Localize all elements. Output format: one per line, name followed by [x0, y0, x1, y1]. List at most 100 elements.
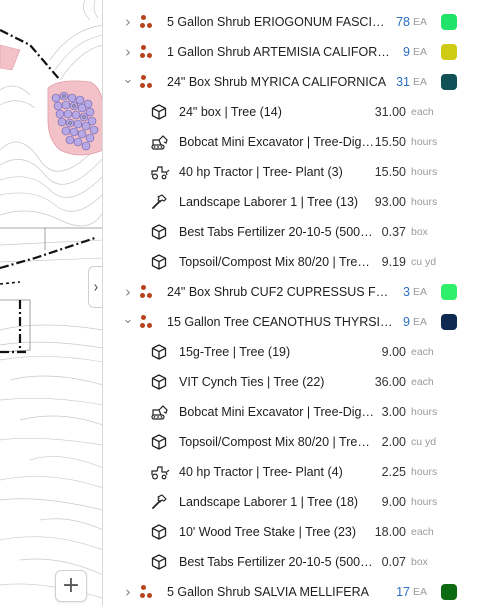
item-row[interactable]: 40 hp Tractor | Tree- Plant (4) 2.25 hours [104, 457, 494, 487]
count-marker-icon [140, 75, 156, 91]
color-swatch[interactable] [441, 314, 457, 330]
takeoff-list: › 5 Gallon Shrub ERIOGONUM FASCICULATUM78… [104, 0, 494, 606]
hammer-icon [150, 193, 168, 211]
item-quantity: 3.00 [381, 405, 406, 419]
chevron-right-icon[interactable]: › [122, 283, 134, 301]
item-name: 40 hp Tractor | Tree- Plant (4) [179, 465, 343, 479]
item-name: 24" box | Tree (14) [179, 105, 282, 119]
group-name: 24" Box Shrub MYRICA CALIFORNICA [167, 75, 387, 89]
item-row[interactable]: VIT Cynch Ties | Tree (22) 36.00 each [104, 367, 494, 397]
item-quantity: 2.00 [381, 435, 406, 449]
group-quantity: 3 [403, 285, 410, 299]
tractor-icon [150, 163, 170, 181]
item-quantity: 9.00 [381, 495, 406, 509]
group-unit: EA [413, 46, 428, 58]
item-row[interactable]: 40 hp Tractor | Tree- Plant (3) 15.50 hour… [104, 157, 494, 187]
group-unit: EA [413, 316, 428, 328]
item-name: VIT Cynch Ties | Tree (22) [179, 375, 325, 389]
color-swatch[interactable] [441, 74, 457, 90]
item-quantity: 2.25 [381, 465, 406, 479]
item-name: Best Tabs Fertilizer 20-10-5 (500/box) [179, 225, 375, 239]
chevron-down-icon[interactable]: ⌄ [122, 312, 134, 327]
item-row[interactable]: 24" box | Tree (14) 31.00 each [104, 97, 494, 127]
cube-icon [150, 523, 168, 541]
item-quantity: 9.19 [381, 255, 406, 269]
color-swatch[interactable] [441, 44, 457, 60]
item-unit: box [411, 226, 428, 238]
excavator-icon [150, 403, 168, 421]
item-row[interactable]: Topsoil/Compost Mix 80/20 | Tree (5) 9.19… [104, 247, 494, 277]
color-swatch[interactable] [441, 584, 457, 600]
plus-icon: + [61, 573, 81, 598]
item-name: Landscape Laborer 1 | Tree (13) [179, 195, 359, 209]
group-name: 5 Gallon Shrub SALVIA MELLIFERA [167, 585, 369, 599]
cube-icon [150, 103, 168, 121]
group-row[interactable]: › 24" Box Shrub CUF2 CUPRESSUS FORBESII 3E… [104, 277, 494, 307]
chevron-right-icon[interactable]: › [122, 43, 134, 61]
item-quantity: 18.00 [374, 525, 406, 539]
item-name: 40 hp Tractor | Tree- Plant (3) [179, 165, 343, 179]
item-unit: hours [411, 196, 438, 208]
item-row[interactable]: Landscape Laborer 1 | Tree (13) 93.00 hour… [104, 187, 494, 217]
group-quantity: 78 [396, 15, 410, 29]
group-quantity: 9 [403, 315, 410, 329]
item-quantity: 15.50 [374, 165, 406, 179]
count-marker-icon [140, 315, 156, 331]
group-quantity: 9 [403, 45, 410, 59]
cube-icon [150, 373, 168, 391]
group-name: 24" Box Shrub CUF2 CUPRESSUS FORBESII [167, 285, 393, 299]
chevron-down-icon[interactable]: ⌄ [122, 72, 134, 87]
item-quantity: 9.00 [381, 345, 406, 359]
group-row[interactable]: ⌄ 24" Box Shrub MYRICA CALIFORNICA 31 EA [104, 67, 494, 97]
item-row[interactable]: 10' Wood Tree Stake | Tree (23) 18.00 each [104, 517, 494, 547]
group-row[interactable]: ⌄ 15 Gallon Tree CEANOTHUS THYRSIFLORUS 9E… [104, 307, 494, 337]
item-row[interactable]: Landscape Laborer 1 | Tree (18) 9.00 hours [104, 487, 494, 517]
item-quantity: 36.00 [374, 375, 406, 389]
group-name: 5 Gallon Shrub ERIOGONUM FASCICULATUM [167, 15, 393, 29]
group-row[interactable]: › 5 Gallon Shrub ERIOGONUM FASCICULATUM78… [104, 7, 494, 37]
item-quantity: 0.37 [381, 225, 406, 239]
item-quantity: 93.00 [374, 195, 406, 209]
item-name: Bobcat Mini Excavator | Tree-Dig (2) [179, 405, 375, 419]
group-name: 1 Gallon Shrub ARTEMISIA CALIFORNICA [167, 45, 393, 59]
color-swatch[interactable] [441, 14, 457, 30]
item-unit: each [411, 106, 434, 118]
item-unit: cu yd [411, 436, 437, 448]
item-name: Bobcat Mini Excavator | Tree-Dig (1) [179, 135, 375, 149]
item-row[interactable]: 15g-Tree | Tree (19) 9.00 each [104, 337, 494, 367]
cube-icon [150, 253, 168, 271]
item-unit: hours [411, 136, 438, 148]
group-name: 15 Gallon Tree CEANOTHUS THYRSIFLORUS [167, 315, 393, 329]
item-row[interactable]: Best Tabs Fertilizer 20-10-5 (500/box) 0.… [104, 547, 494, 577]
group-row[interactable]: › 1 Gallon Shrub ARTEMISIA CALIFORNICA 9 EA [104, 37, 494, 67]
item-unit: each [411, 346, 434, 358]
chevron-right-icon: › [93, 277, 99, 297]
collapse-panel-button[interactable]: › [88, 266, 102, 308]
excavator-icon [150, 133, 168, 151]
color-swatch[interactable] [441, 284, 457, 300]
count-marker-icon [140, 285, 156, 301]
item-row[interactable]: Best Tabs Fertilizer 20-10-5 (500/box) 0.… [104, 217, 494, 247]
group-row[interactable]: › 5 Gallon Shrub SALVIA MELLIFERA 17 EA [104, 577, 494, 606]
item-unit: each [411, 526, 434, 538]
chevron-right-icon[interactable]: › [122, 13, 134, 31]
zoom-in-button[interactable]: + [55, 570, 87, 602]
item-row[interactable]: Bobcat Mini Excavator | Tree-Dig (2) 3.00… [104, 397, 494, 427]
item-unit: hours [411, 166, 438, 178]
group-quantity: 17 [396, 585, 410, 599]
group-unit: EA [413, 586, 428, 598]
item-row[interactable]: Topsoil/Compost Mix 80/20 | Tree (6) 2.00… [104, 427, 494, 457]
group-unit: EA [413, 286, 428, 298]
chevron-right-icon[interactable]: › [122, 583, 134, 601]
item-unit: hours [411, 466, 438, 478]
item-quantity: 15.50 [374, 135, 406, 149]
group-quantity: 31 [396, 75, 410, 89]
cube-icon [150, 223, 168, 241]
item-row[interactable]: Bobcat Mini Excavator | Tree-Dig (1) 15.5… [104, 127, 494, 157]
count-marker-icon [140, 45, 156, 61]
map-canvas[interactable]: › + [0, 0, 103, 606]
item-quantity: 31.00 [374, 105, 406, 119]
cube-icon [150, 433, 168, 451]
cube-icon [150, 343, 168, 361]
group-unit: EA [413, 76, 428, 88]
